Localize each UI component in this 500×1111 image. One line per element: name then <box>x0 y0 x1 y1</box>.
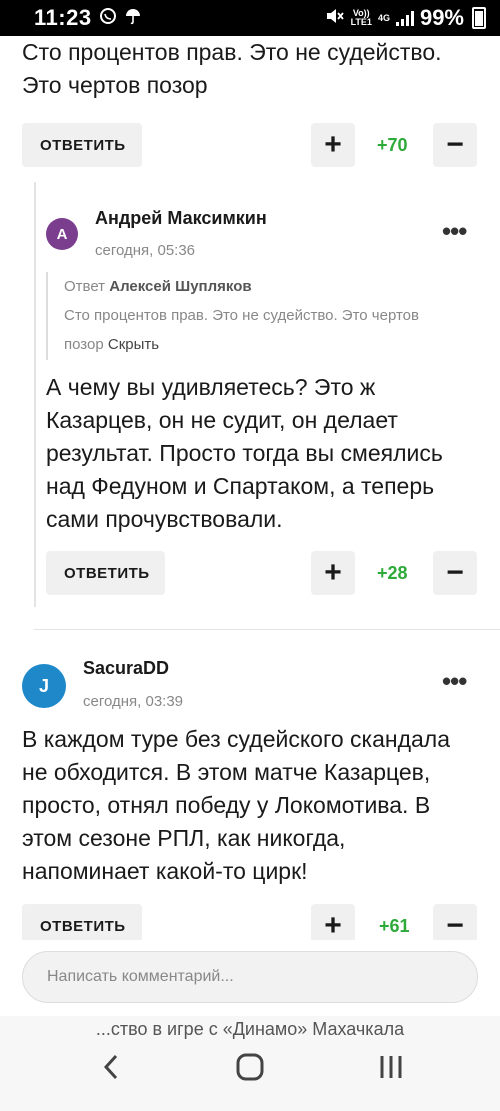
umbrella-icon <box>124 7 142 30</box>
network-type: 4G <box>377 12 390 23</box>
mute-icon <box>325 7 345 30</box>
quoted-author[interactable]: Алексей Шупляков <box>109 278 251 295</box>
author-name[interactable]: Андрей Максимкин <box>95 208 267 229</box>
divider <box>34 629 500 630</box>
battery-percent: 99% <box>419 5 464 30</box>
avatar[interactable]: J <box>22 664 66 708</box>
downvote-button[interactable]: − <box>433 904 477 940</box>
reply-button[interactable]: ОТВЕТИТЬ <box>22 904 142 940</box>
upvote-button[interactable]: + <box>311 123 355 167</box>
downvote-button[interactable]: − <box>433 123 477 167</box>
page-title[interactable]: ...ство в игре с «Динамо» Махачкала <box>0 1019 500 1040</box>
comment-text: А чему вы удивляетесь? Это ж Казарцев, о… <box>46 374 443 532</box>
volte-indicator: Vo)) LTE1 <box>350 8 372 27</box>
signal-icon <box>395 10 414 26</box>
more-options-icon[interactable]: ••• <box>442 666 467 697</box>
more-options-icon[interactable]: ••• <box>442 216 467 247</box>
comment-time: сегодня, 05:36 <box>95 242 196 259</box>
back-icon[interactable] <box>100 1052 122 1090</box>
comment-input[interactable]: Написать комментарий... <box>22 951 478 1003</box>
comment-time: сегодня, 03:39 <box>83 693 184 710</box>
recents-icon[interactable] <box>378 1052 404 1090</box>
author-name[interactable]: SacuraDD <box>83 658 169 679</box>
vote-count: +70 <box>377 135 408 155</box>
reply-button[interactable]: ОТВЕТИТЬ <box>46 551 165 595</box>
home-icon[interactable] <box>236 1052 264 1090</box>
comments-list[interactable]: Сто процентов прав. Это не судейство. Эт… <box>0 36 500 940</box>
battery-icon <box>472 7 486 29</box>
reply-button[interactable]: ОТВЕТИТЬ <box>22 123 142 167</box>
avatar[interactable]: А <box>46 218 78 250</box>
quote-line <box>46 272 48 360</box>
status-bar: 11:23 Vo)) LTE1 4G 99% <box>0 0 500 36</box>
whatsapp-icon <box>99 7 117 30</box>
comment-text: В каждом туре без судейского скандала не… <box>22 726 450 884</box>
hide-quote-link[interactable]: Скрыть <box>108 336 159 353</box>
comment-text: Сто процентов прав. Это не судейство. Эт… <box>22 39 442 98</box>
downvote-button[interactable]: − <box>433 551 477 595</box>
upvote-button[interactable]: + <box>311 551 355 595</box>
vote-count: +28 <box>377 563 408 583</box>
vote-count: +61 <box>379 916 410 936</box>
reply-quote: Ответ Алексей Шупляков Сто процентов пра… <box>64 278 419 353</box>
upvote-button[interactable]: + <box>311 904 355 940</box>
thread-line <box>34 182 36 607</box>
clock: 11:23 <box>34 5 92 30</box>
